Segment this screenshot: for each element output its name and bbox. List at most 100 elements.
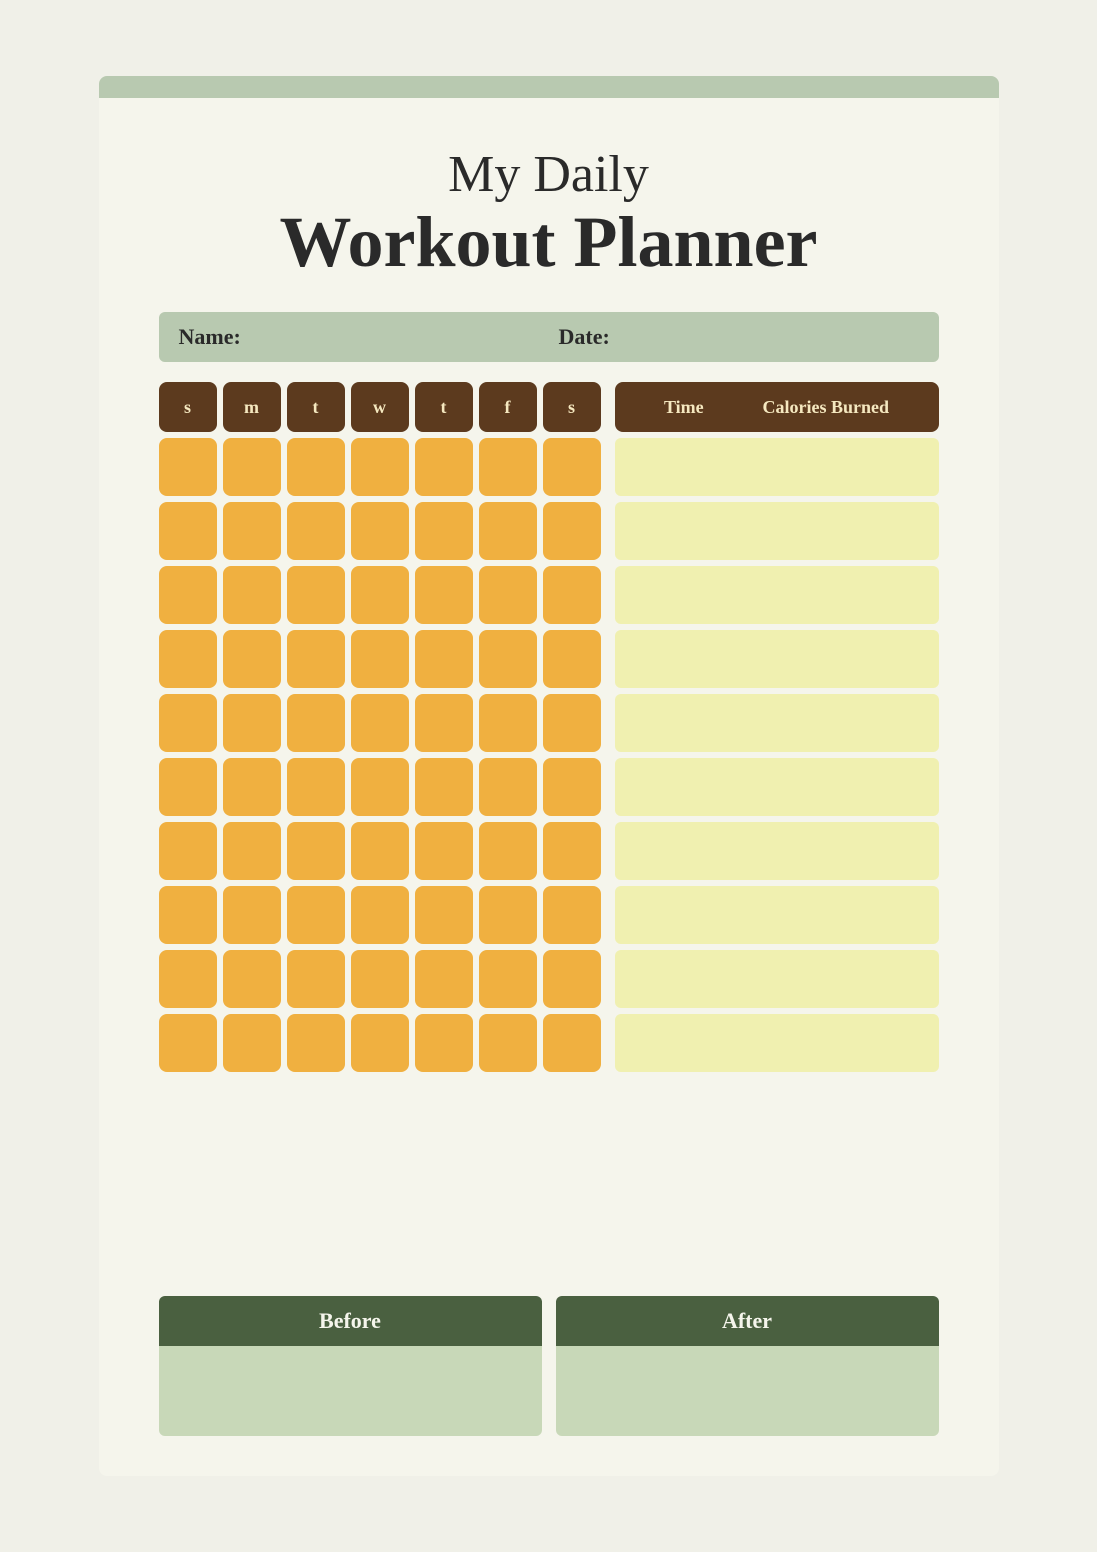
day-row-9 — [159, 950, 601, 1008]
day-cell[interactable] — [543, 1014, 601, 1072]
day-cell[interactable] — [287, 822, 345, 880]
day-cell[interactable] — [159, 886, 217, 944]
tc-row-5[interactable] — [615, 694, 939, 752]
tc-row-1[interactable] — [615, 438, 939, 496]
day-cell[interactable] — [479, 438, 537, 496]
after-content[interactable] — [556, 1346, 939, 1436]
day-headers: s m t w t f s — [159, 382, 601, 432]
day-cell[interactable] — [479, 886, 537, 944]
day-cell[interactable] — [543, 438, 601, 496]
day-cell[interactable] — [223, 822, 281, 880]
day-cell[interactable] — [351, 886, 409, 944]
tc-row-9[interactable] — [615, 950, 939, 1008]
day-cell[interactable] — [351, 1014, 409, 1072]
day-cell[interactable] — [543, 566, 601, 624]
tc-row-6[interactable] — [615, 758, 939, 816]
day-cell[interactable] — [159, 822, 217, 880]
day-row-2 — [159, 502, 601, 560]
tc-row-8[interactable] — [615, 886, 939, 944]
day-cell[interactable] — [415, 502, 473, 560]
day-grid-container: s m t w t f s — [159, 382, 601, 1280]
day-cell[interactable] — [415, 822, 473, 880]
day-row-3 — [159, 566, 601, 624]
day-cell[interactable] — [223, 758, 281, 816]
day-cell[interactable] — [159, 694, 217, 752]
day-cell[interactable] — [479, 694, 537, 752]
day-cell[interactable] — [543, 694, 601, 752]
day-cell[interactable] — [159, 1014, 217, 1072]
tc-row-10[interactable] — [615, 1014, 939, 1072]
day-cell[interactable] — [351, 630, 409, 688]
day-header-w: w — [351, 382, 409, 432]
day-cell[interactable] — [223, 1014, 281, 1072]
day-cell[interactable] — [351, 758, 409, 816]
day-header-s1: s — [159, 382, 217, 432]
day-cell[interactable] — [223, 438, 281, 496]
day-cell[interactable] — [287, 502, 345, 560]
time-header-label: Time — [664, 397, 704, 418]
day-cell[interactable] — [287, 1014, 345, 1072]
day-cell[interactable] — [479, 566, 537, 624]
tc-row-4[interactable] — [615, 630, 939, 688]
day-header-t1: t — [287, 382, 345, 432]
name-date-row: Name: Date: — [159, 312, 939, 362]
day-cell[interactable] — [415, 438, 473, 496]
day-cell[interactable] — [287, 950, 345, 1008]
day-cell[interactable] — [351, 438, 409, 496]
day-cell[interactable] — [479, 822, 537, 880]
day-cell[interactable] — [287, 630, 345, 688]
day-cell[interactable] — [223, 694, 281, 752]
after-container: After — [556, 1296, 939, 1436]
day-cell[interactable] — [543, 502, 601, 560]
day-cell[interactable] — [415, 1014, 473, 1072]
day-cell[interactable] — [351, 950, 409, 1008]
day-cell[interactable] — [159, 566, 217, 624]
day-cell[interactable] — [479, 950, 537, 1008]
day-cell[interactable] — [543, 886, 601, 944]
day-cell[interactable] — [159, 950, 217, 1008]
day-cell[interactable] — [223, 566, 281, 624]
day-cell[interactable] — [543, 758, 601, 816]
day-cell[interactable] — [223, 886, 281, 944]
tc-row-3[interactable] — [615, 566, 939, 624]
day-cell[interactable] — [415, 566, 473, 624]
day-cell[interactable] — [351, 822, 409, 880]
day-cell[interactable] — [287, 758, 345, 816]
day-cell[interactable] — [159, 630, 217, 688]
day-cell[interactable] — [287, 566, 345, 624]
day-cell[interactable] — [351, 502, 409, 560]
day-row-8 — [159, 886, 601, 944]
day-cell[interactable] — [351, 694, 409, 752]
before-content[interactable] — [159, 1346, 542, 1436]
time-calories-header: Time Calories Burned — [615, 382, 939, 432]
day-cell[interactable] — [159, 438, 217, 496]
day-cell[interactable] — [223, 630, 281, 688]
day-cell[interactable] — [479, 1014, 537, 1072]
day-cell[interactable] — [223, 950, 281, 1008]
day-cell[interactable] — [415, 950, 473, 1008]
day-cell[interactable] — [543, 630, 601, 688]
day-cell[interactable] — [287, 886, 345, 944]
day-cell[interactable] — [415, 630, 473, 688]
day-cell[interactable] — [287, 694, 345, 752]
day-cell[interactable] — [479, 758, 537, 816]
title-bold: Workout Planner — [279, 203, 817, 282]
day-cell[interactable] — [415, 886, 473, 944]
day-cell[interactable] — [479, 502, 537, 560]
day-cell[interactable] — [287, 438, 345, 496]
tc-row-2[interactable] — [615, 502, 939, 560]
day-row-5 — [159, 694, 601, 752]
day-cell[interactable] — [543, 950, 601, 1008]
day-cell[interactable] — [479, 630, 537, 688]
day-cell[interactable] — [159, 502, 217, 560]
day-cell[interactable] — [543, 822, 601, 880]
day-cell[interactable] — [159, 758, 217, 816]
day-header-f: f — [479, 382, 537, 432]
day-cell[interactable] — [223, 502, 281, 560]
day-row-6 — [159, 758, 601, 816]
day-cell[interactable] — [415, 694, 473, 752]
day-cell[interactable] — [415, 758, 473, 816]
before-container: Before — [159, 1296, 542, 1436]
tc-row-7[interactable] — [615, 822, 939, 880]
day-cell[interactable] — [351, 566, 409, 624]
